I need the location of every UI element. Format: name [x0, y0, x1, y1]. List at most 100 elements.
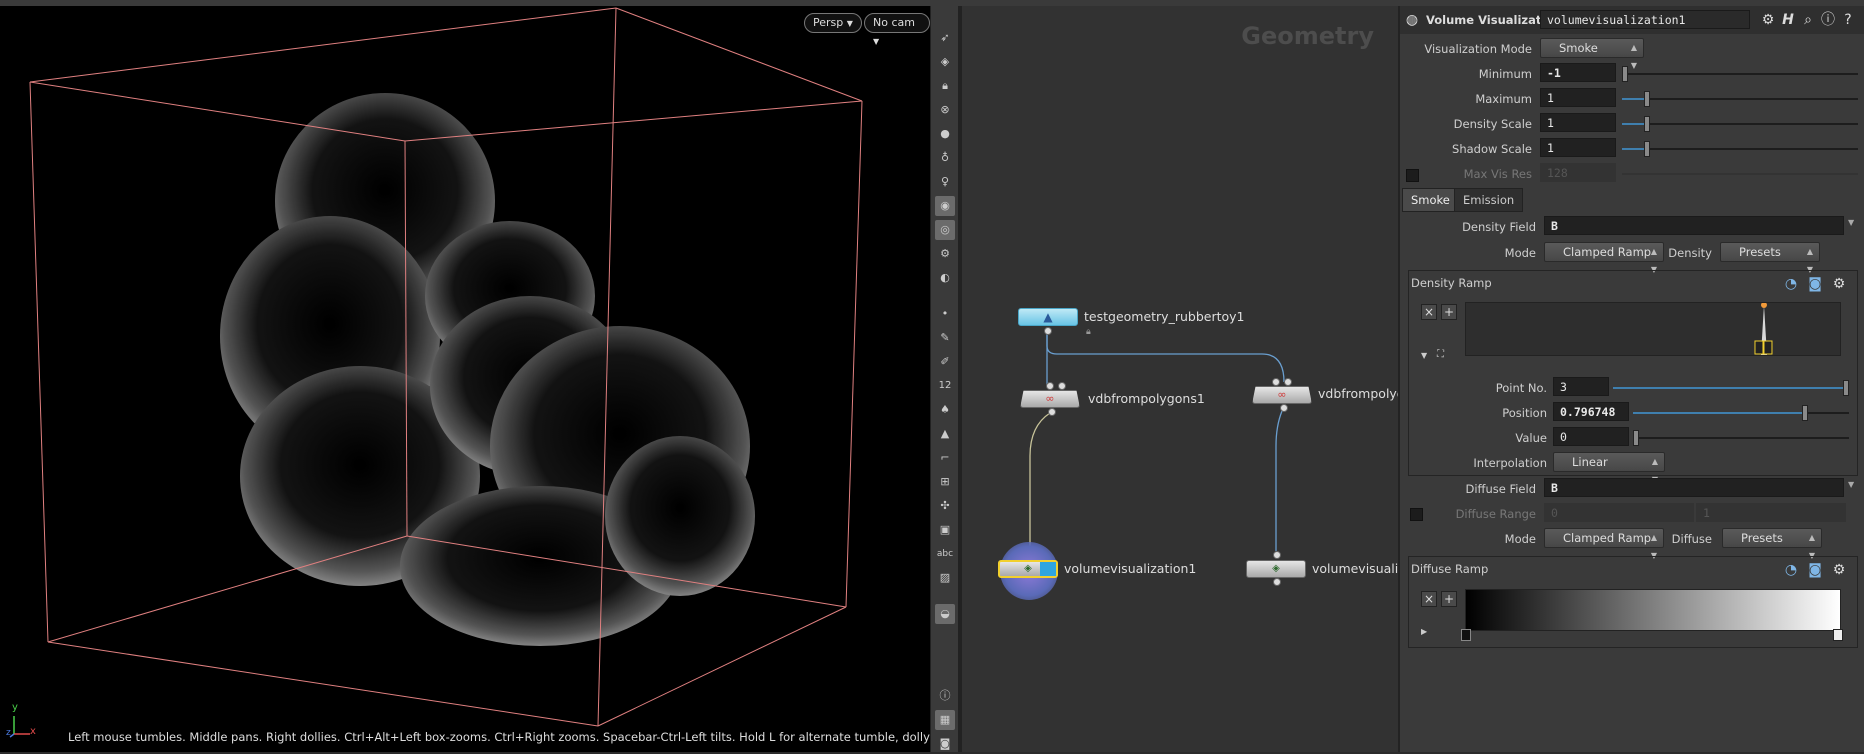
pivot-icon[interactable]: ✣	[935, 496, 955, 516]
text-icon[interactable]: abc	[935, 544, 955, 564]
display-options-icon[interactable]: ⚙	[935, 244, 955, 264]
shadow-scale-field[interactable]: 1	[1540, 138, 1616, 157]
maximum-field[interactable]: 1	[1540, 88, 1616, 107]
shadow-scale-slider[interactable]	[1622, 141, 1858, 157]
ramp-key-handle[interactable]	[1833, 629, 1843, 641]
output-connector[interactable]	[1273, 578, 1281, 586]
number-icon[interactable]: 12	[935, 376, 955, 396]
ramp-control-point[interactable]	[1760, 303, 1767, 308]
output-connector[interactable]	[1044, 327, 1052, 335]
density-mode-menu[interactable]: Clamped Ramp ▲ ▼	[1544, 242, 1664, 274]
visibility-icon[interactable]: ◐	[935, 268, 955, 288]
node-volumevisualization2[interactable]: ◈	[1246, 560, 1306, 578]
interpolation-menu[interactable]: Linear ▲▼	[1553, 452, 1665, 484]
value-field[interactable]: 0	[1553, 427, 1629, 446]
scene-viewport[interactable]: Persp ▼ No cam ▼ y x z Left mouse tumble…	[0, 6, 930, 752]
search-icon[interactable]: ⌕	[1800, 12, 1816, 28]
value-slider[interactable]	[1633, 430, 1849, 446]
remove-point-button[interactable]: ×	[1421, 304, 1437, 320]
minimum-field[interactable]: -1	[1540, 63, 1616, 82]
point-no-slider[interactable]	[1613, 380, 1849, 396]
gear-icon[interactable]: ⚙	[1831, 276, 1847, 292]
ramp-key-handle[interactable]	[1754, 340, 1764, 355]
wireframe-icon[interactable]: ⊗	[935, 100, 955, 120]
slider-handle[interactable]	[1633, 430, 1639, 446]
ramp-settings-icon[interactable]: ◔	[1783, 276, 1799, 292]
density-ramp-editor[interactable]	[1465, 302, 1841, 356]
node-testgeometry-rubbertoy[interactable]: ▲	[1018, 308, 1078, 326]
input-connector[interactable]	[1046, 382, 1054, 390]
expand-ramp-icon[interactable]: ⛶	[1437, 349, 1444, 360]
headlight-icon[interactable]: ♀	[935, 172, 955, 192]
node-name-field[interactable]: volumevisualization1	[1540, 10, 1750, 29]
light-icon[interactable]: ♁	[935, 148, 955, 168]
transform-icon[interactable]: ◈	[935, 52, 955, 72]
output-connector[interactable]	[1280, 404, 1288, 412]
network-editor[interactable]: Geometry ▲ testgeometry_rubbertoy1 🔒︎ ∞ …	[962, 6, 1398, 752]
density-scale-field[interactable]: 1	[1540, 113, 1616, 132]
position-slider[interactable]	[1633, 405, 1849, 421]
node-volumevisualization1[interactable]: ◈	[998, 560, 1058, 578]
add-point-button[interactable]: +	[1441, 591, 1457, 607]
output-connector[interactable]	[1048, 408, 1056, 416]
input-connector[interactable]	[1272, 378, 1280, 386]
paint-icon[interactable]: ♠	[935, 400, 955, 420]
input-connector[interactable]	[1273, 551, 1281, 559]
dropdown-arrow-icon[interactable]: ▼	[1848, 218, 1854, 227]
ramp-key-handle[interactable]	[1461, 629, 1471, 641]
snap-icon[interactable]: ⊞	[935, 472, 955, 492]
lock-icon[interactable]: 🔒︎	[935, 76, 955, 96]
ramp-snapshot-icon[interactable]: ◙	[1807, 276, 1823, 292]
slider-handle[interactable]	[1802, 405, 1809, 421]
density-field-input[interactable]: B	[1544, 216, 1844, 235]
point-icon[interactable]: •	[935, 304, 955, 324]
slider-handle[interactable]	[1622, 66, 1628, 82]
dropdown-arrow-icon[interactable]: ▼	[1848, 480, 1854, 489]
vis-mode-menu[interactable]: Smoke ▲ ▼	[1540, 38, 1644, 70]
input-connector[interactable]	[1284, 378, 1292, 386]
diffuse-ramp-editor[interactable]	[1465, 589, 1841, 631]
info-icon[interactable]: ⓘ	[1820, 12, 1836, 28]
slider-handle[interactable]	[1644, 91, 1650, 107]
stamp-icon[interactable]: ▲	[935, 424, 955, 444]
layers-icon[interactable]: ▣	[935, 520, 955, 540]
diffuse-field-input[interactable]: B	[1544, 478, 1844, 497]
remove-point-button[interactable]: ×	[1421, 591, 1437, 607]
perspective-menu[interactable]: Persp ▼	[804, 13, 862, 33]
brush-icon[interactable]: ✎	[935, 328, 955, 348]
node-vdbfrompolygons2[interactable]: ∞	[1252, 386, 1312, 404]
ghost-icon[interactable]: ◉	[935, 196, 955, 216]
camera-menu[interactable]: No cam ▼	[864, 13, 930, 46]
houdini-help-icon[interactable]: H	[1780, 12, 1796, 28]
maximum-slider[interactable]	[1622, 91, 1858, 107]
add-point-button[interactable]: +	[1441, 304, 1457, 320]
gear-icon[interactable]: ⚙	[1831, 562, 1847, 578]
ramp-snapshot-icon[interactable]: ◙	[1807, 562, 1823, 578]
grid-icon[interactable]: ▦	[935, 710, 955, 730]
ramp-settings-icon[interactable]: ◔	[1783, 562, 1799, 578]
snapshot-icon[interactable]: ◙	[935, 734, 955, 754]
corner-icon[interactable]: ⌐	[935, 448, 955, 468]
shading-icon[interactable]: ●	[935, 124, 955, 144]
point-no-field[interactable]: 3	[1553, 377, 1609, 396]
help-icon[interactable]: ?	[1840, 12, 1856, 28]
slider-handle[interactable]	[1843, 380, 1849, 396]
slider-handle[interactable]	[1644, 141, 1650, 157]
density-presets-menu[interactable]: Presets ▲ ▼	[1720, 242, 1820, 274]
pin-icon[interactable]: ◒	[935, 604, 955, 624]
expand-arrow-icon[interactable]: ▶	[1421, 627, 1427, 636]
camera-icon[interactable]: ◎	[935, 220, 955, 240]
gear-icon[interactable]: ⚙	[1760, 12, 1776, 28]
tab-emission[interactable]: Emission	[1454, 188, 1524, 212]
input-connector[interactable]	[1058, 382, 1066, 390]
pen-icon[interactable]: ✐	[935, 352, 955, 372]
node-vdbfrompolygons1[interactable]: ∞	[1020, 390, 1080, 408]
density-scale-slider[interactable]	[1622, 116, 1858, 132]
info-icon[interactable]: ⓘ	[935, 686, 955, 706]
select-arrow-icon[interactable]: ➶	[935, 28, 955, 48]
ramp-key-handle[interactable]	[1763, 340, 1773, 355]
slider-handle[interactable]	[1644, 116, 1650, 132]
position-field[interactable]: 0.796748	[1553, 402, 1629, 421]
minimum-slider[interactable]	[1622, 66, 1858, 82]
tab-smoke[interactable]: Smoke	[1402, 188, 1459, 212]
